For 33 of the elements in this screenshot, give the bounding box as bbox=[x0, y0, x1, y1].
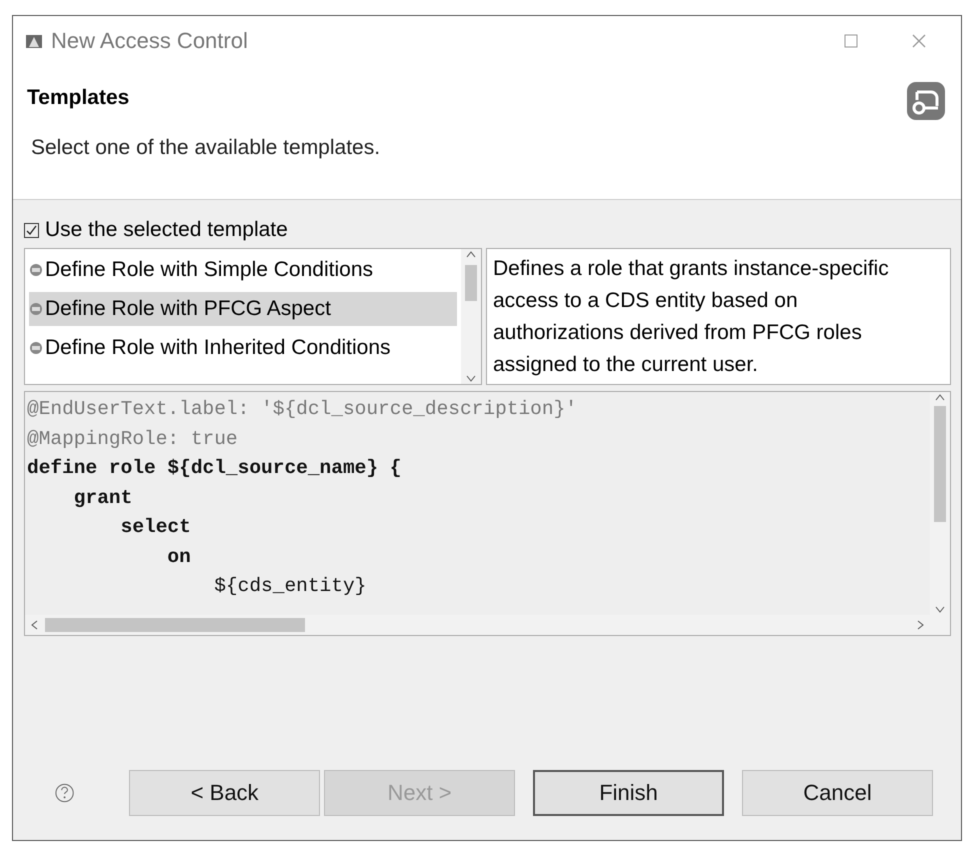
template-item[interactable]: Define Role with PFCG Aspect bbox=[29, 292, 457, 326]
code-line: @EndUserText.label: '${dcl_source_description}' bbox=[27, 397, 578, 422]
scrollbar[interactable] bbox=[25, 615, 930, 635]
app-icon bbox=[25, 33, 43, 49]
dialog-button[interactable]: < Back bbox=[129, 770, 320, 816]
scrollbar-thumb[interactable] bbox=[934, 406, 946, 522]
code-line: on bbox=[166, 544, 192, 570]
code-line: ${cds_entity} bbox=[213, 574, 368, 599]
role-icon bbox=[29, 302, 43, 316]
code-line: define role ${dcl_source_name} { bbox=[27, 456, 402, 481]
page-description: Select one of the available templates. bbox=[30, 136, 382, 160]
scrollbar[interactable] bbox=[461, 249, 481, 384]
dialog-button[interactable]: Finish bbox=[533, 770, 724, 816]
code-line: @MappingRole: true bbox=[27, 426, 239, 452]
template-item[interactable]: Define Role with Inherited Conditions bbox=[29, 331, 457, 365]
role-icon bbox=[29, 341, 43, 355]
template-item[interactable]: Define Role with Simple Conditions bbox=[29, 253, 457, 287]
page-title: Templates bbox=[27, 86, 130, 110]
window-title: New Access Control bbox=[51, 28, 249, 54]
template-description: Defines a role that grants instance-specific access to a CDS entity based on authorizations derived from PFCG roles assigned to the current user. bbox=[486, 248, 951, 385]
help-icon bbox=[54, 782, 76, 804]
dialog-button[interactable]: Cancel bbox=[742, 770, 933, 816]
scrollbar-thumb[interactable] bbox=[45, 618, 305, 632]
key-icon bbox=[905, 80, 947, 122]
checkbox-label: Use the selected template bbox=[45, 218, 288, 242]
maximize-icon bbox=[844, 34, 858, 48]
role-icon bbox=[29, 263, 43, 277]
scrollbar[interactable] bbox=[930, 392, 950, 615]
checkbox[interactable] bbox=[24, 222, 39, 238]
code-line: select bbox=[120, 515, 192, 540]
scrollbar-thumb[interactable] bbox=[465, 265, 477, 301]
close-icon bbox=[912, 34, 926, 48]
code-line: grant bbox=[72, 486, 134, 510]
